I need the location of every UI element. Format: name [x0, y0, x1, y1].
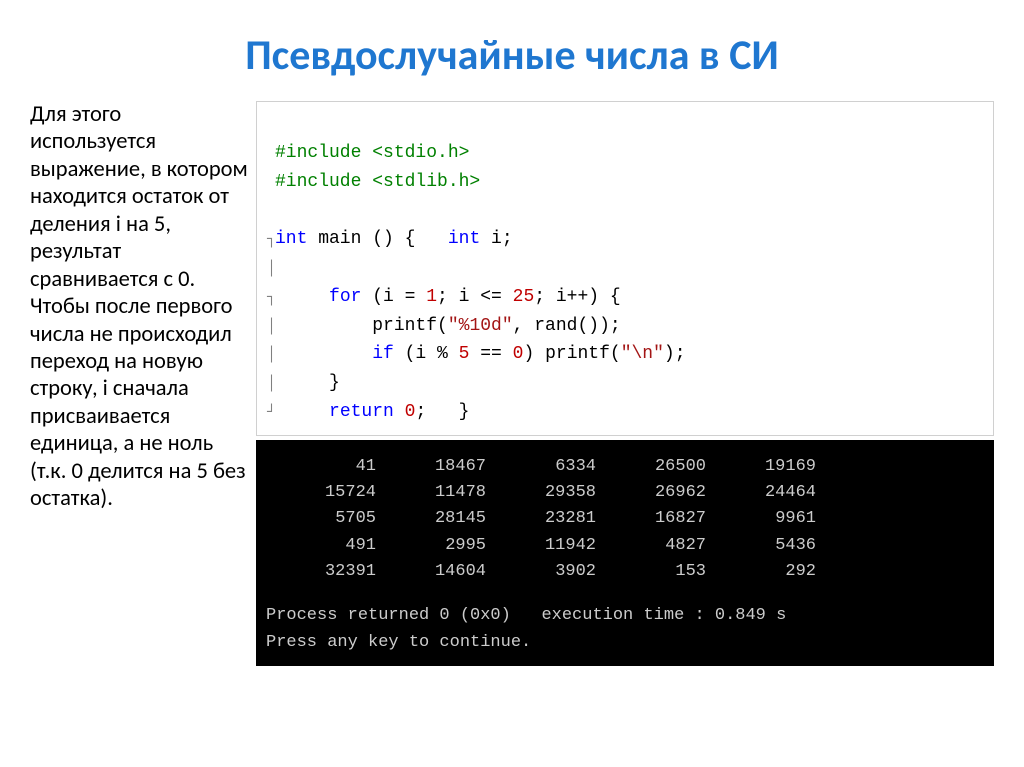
code-keyword: int — [275, 229, 307, 249]
content-row: Для этого используется выражение, в кото… — [30, 101, 994, 666]
code-text: printf( — [372, 316, 448, 336]
code-number: 5 — [459, 344, 470, 364]
console-cell: 24464 — [706, 480, 816, 506]
page-title: Псевдослучайные числа в СИ — [30, 30, 994, 81]
code-text: ) printf( — [523, 344, 620, 364]
code-number: 0 — [405, 402, 416, 422]
console-cell: 6334 — [486, 454, 596, 480]
code-keyword: if — [372, 344, 394, 364]
console-status: Process returned 0 (0x0) execution time … — [266, 603, 984, 629]
code-text: , rand()); — [513, 316, 621, 336]
code-text: (i = — [361, 287, 426, 307]
console-prompt: Press any key to continue. — [266, 630, 984, 656]
code-text: ; } — [415, 402, 469, 422]
console-cell: 41 — [266, 454, 376, 480]
code-text: } — [329, 373, 340, 393]
console-row: 1572411478293582696224464 — [266, 480, 984, 506]
include-line: #include <stdlib.h> — [275, 172, 480, 192]
console-row: 57052814523281168279961 — [266, 506, 984, 532]
code-text: ; i++) { — [534, 287, 620, 307]
console-cell: 18467 — [376, 454, 486, 480]
console-cell: 32391 — [266, 559, 376, 585]
console-cell: 5436 — [706, 533, 816, 559]
console-cell: 9961 — [706, 506, 816, 532]
code-number: 25 — [513, 287, 535, 307]
console-cell: 4827 — [596, 533, 706, 559]
code-text: ; i <= — [437, 287, 513, 307]
console-cell: 15724 — [266, 480, 376, 506]
code-text: (i % — [394, 344, 459, 364]
explanation-text: Для этого используется выражение, в кото… — [30, 101, 252, 666]
console-cell: 28145 — [376, 506, 486, 532]
include-line: #include <stdio.h> — [275, 143, 469, 163]
code-text: i; — [480, 229, 512, 249]
console-cell: 23281 — [486, 506, 596, 532]
code-string: "\n" — [621, 344, 664, 364]
console-row: 32391146043902153292 — [266, 559, 984, 585]
code-keyword: int — [448, 229, 480, 249]
console-cell: 11478 — [376, 480, 486, 506]
code-number: 1 — [426, 287, 437, 307]
code-number: 0 — [513, 344, 524, 364]
console-cell: 11942 — [486, 533, 596, 559]
console-cell: 26962 — [596, 480, 706, 506]
console-cell: 3902 — [486, 559, 596, 585]
code-block: #include <stdio.h> #include <stdlib.h> ┐… — [256, 101, 994, 436]
console-cell: 5705 — [266, 506, 376, 532]
code-text: ); — [664, 344, 686, 364]
code-text: == — [469, 344, 512, 364]
console-output: 4118467633426500191691572411478293582696… — [256, 440, 994, 666]
right-column: #include <stdio.h> #include <stdlib.h> ┐… — [256, 101, 994, 666]
console-cell: 2995 — [376, 533, 486, 559]
code-string: "%10d" — [448, 316, 513, 336]
console-row: 49129951194248275436 — [266, 533, 984, 559]
code-keyword: return — [329, 402, 394, 422]
code-text: main () { — [307, 229, 447, 249]
code-text — [394, 402, 405, 422]
console-cell: 292 — [706, 559, 816, 585]
code-keyword: for — [329, 287, 361, 307]
slide: Псевдослучайные числа в СИ Для этого исп… — [0, 0, 1024, 666]
console-cell: 26500 — [596, 454, 706, 480]
console-row: 411846763342650019169 — [266, 454, 984, 480]
console-cell: 153 — [596, 559, 706, 585]
console-cell: 29358 — [486, 480, 596, 506]
console-cell: 19169 — [706, 454, 816, 480]
console-cell: 491 — [266, 533, 376, 559]
console-cell: 16827 — [596, 506, 706, 532]
console-cell: 14604 — [376, 559, 486, 585]
